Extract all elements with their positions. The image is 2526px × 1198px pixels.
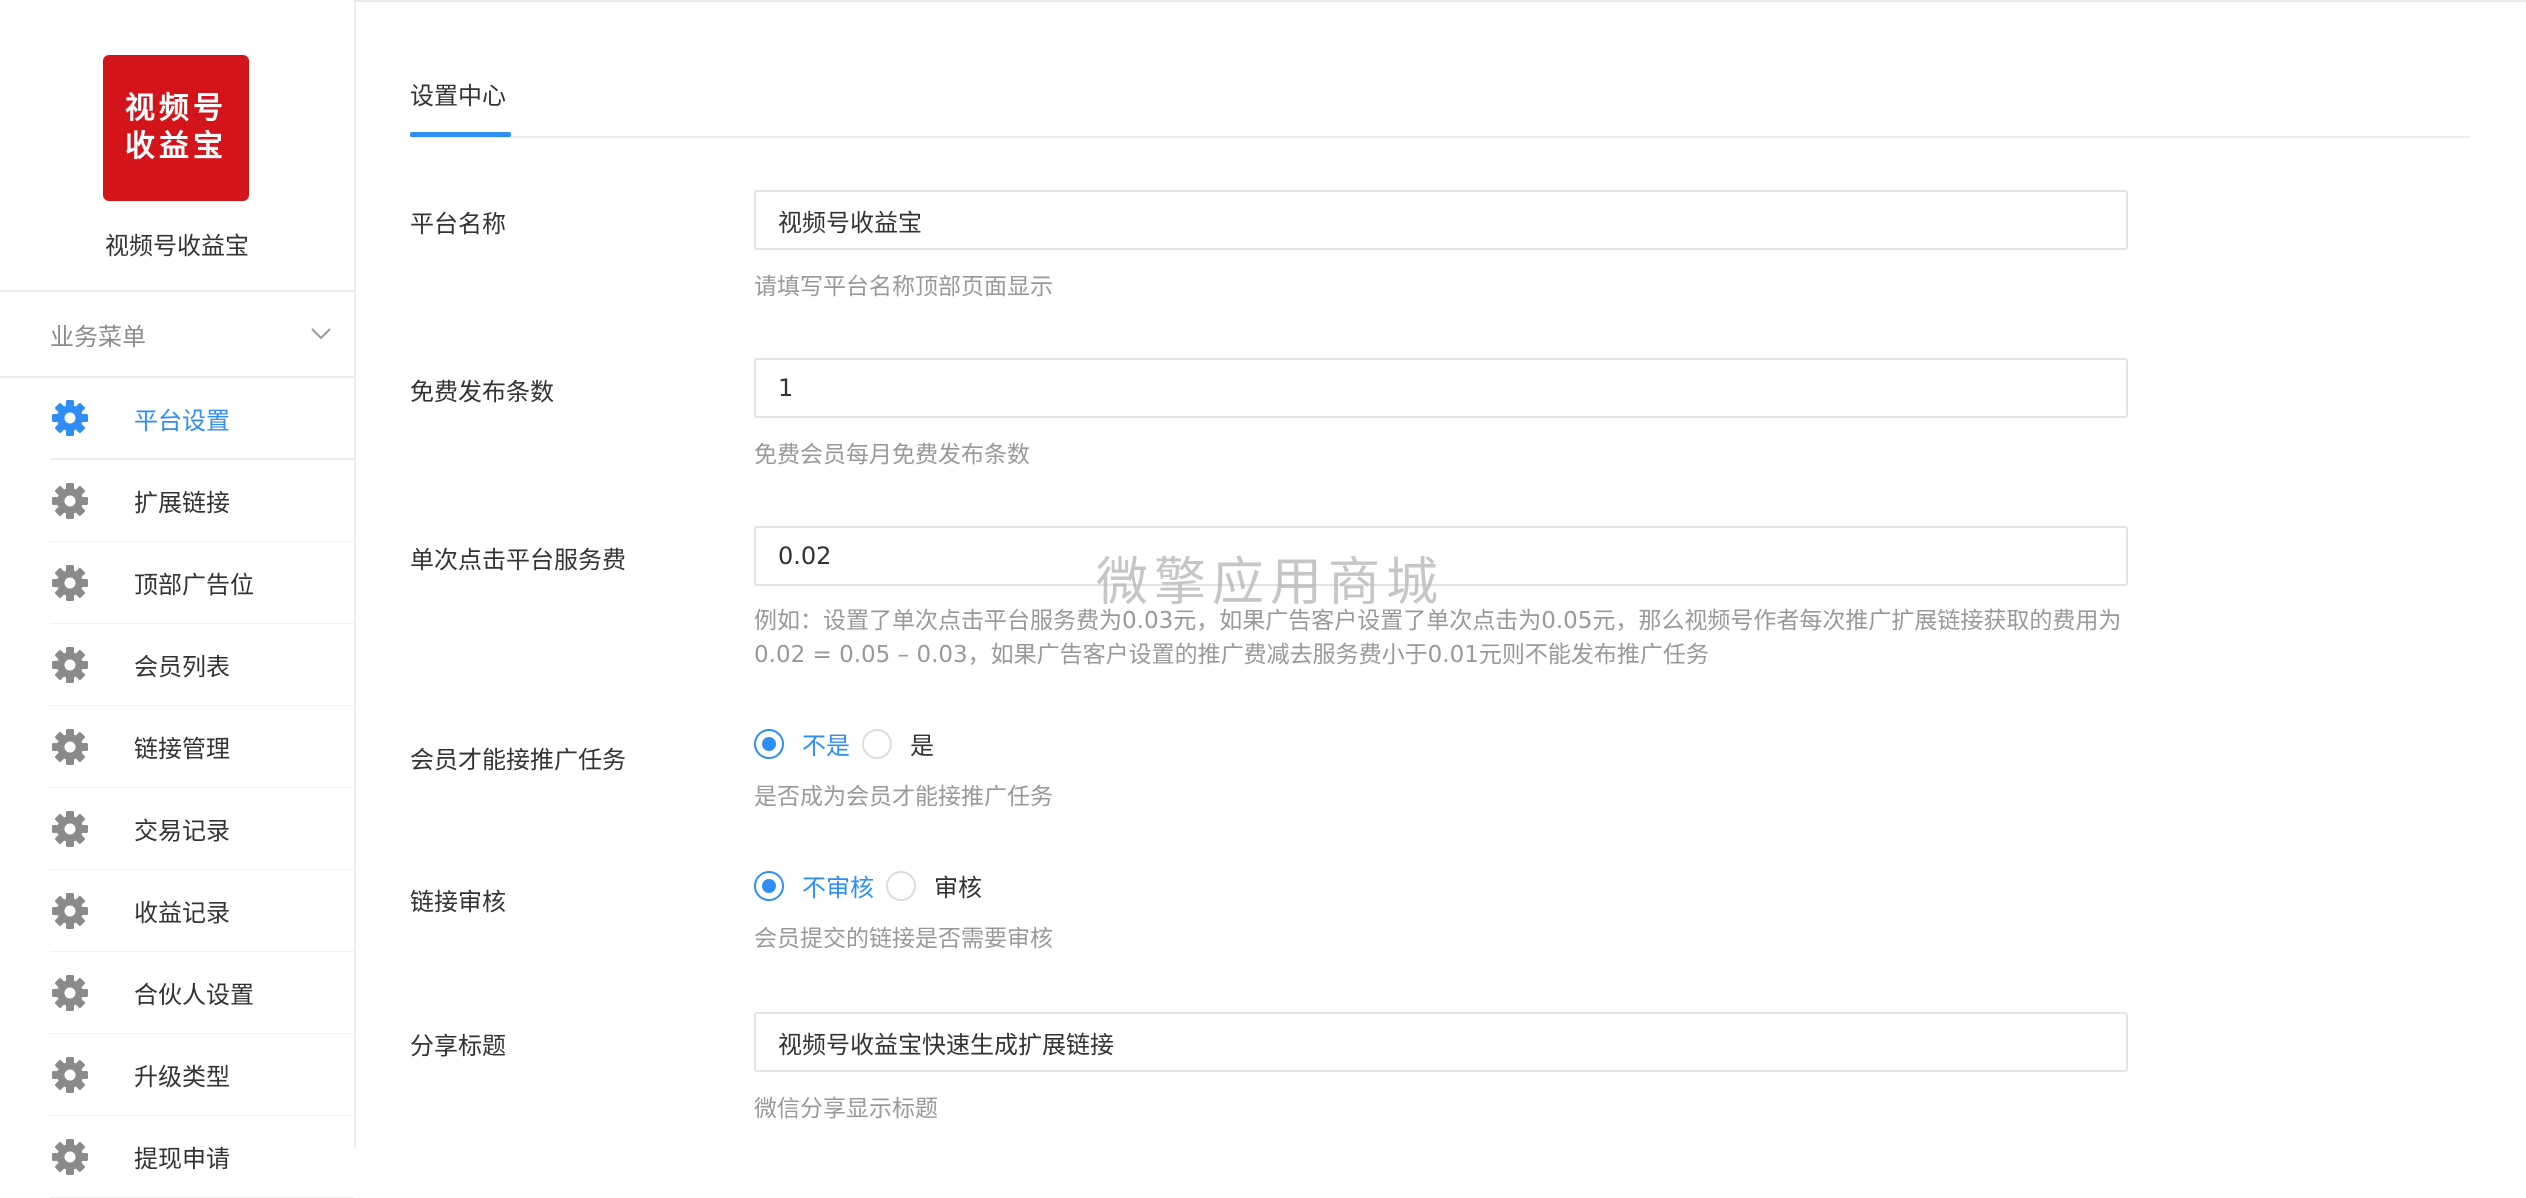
sidebar-item-label: 平台设置 [134, 406, 230, 435]
brand-name: 视频号收益宝 [105, 232, 249, 260]
sidebar-item-5[interactable]: 交易记录 [50, 788, 354, 870]
link-review-option-no-review[interactable]: 不审核 [754, 868, 874, 903]
radio-label: 是 [910, 732, 934, 760]
tab-active-indicator [410, 132, 511, 137]
brand-logo[interactable]: 视频号 收益宝 [103, 55, 249, 201]
tab-label: 设置中心 [410, 82, 506, 110]
platform-name-hint: 请填写平台名称顶部页面显示 [754, 274, 1053, 300]
radio-checked-icon [754, 870, 784, 901]
chevron-down-icon [311, 328, 331, 340]
radio-unchecked-icon [886, 870, 916, 901]
sidebar-item-1[interactable]: 扩展链接 [50, 460, 354, 542]
free-posts-input[interactable] [754, 358, 2128, 418]
radio-label: 不是 [802, 732, 850, 760]
link-review-label: 链接审核 [410, 888, 506, 916]
sidebar-item-7[interactable]: 合伙人设置 [50, 952, 354, 1034]
logo-line-2: 收益宝 [125, 129, 227, 164]
sidebar-item-label: 链接管理 [134, 735, 230, 763]
link-review-hint: 会员提交的链接是否需要审核 [754, 926, 1053, 952]
gear-icon [50, 891, 90, 931]
link-review-option-review[interactable]: 审核 [886, 868, 982, 903]
radio-checked-icon [754, 728, 784, 759]
sidebar: 视频号 收益宝 视频号收益宝 业务菜单 平台设置扩展链接顶部广告位会员列表链接管… [0, 0, 356, 1198]
radio-label: 不审核 [802, 874, 874, 902]
share-title-hint: 微信分享显示标题 [754, 1096, 938, 1122]
sidebar-item-6[interactable]: 收益记录 [50, 870, 354, 952]
gear-icon [50, 809, 90, 849]
tab-settings-center[interactable]: 设置中心 [410, 76, 508, 138]
member-only-option-no[interactable]: 不是 [754, 726, 850, 761]
sidebar-item-label: 会员列表 [134, 653, 230, 681]
member-only-label: 会员才能接推广任务 [410, 746, 626, 774]
gear-icon [50, 398, 90, 438]
sidebar-item-label: 提现申请 [134, 1145, 230, 1173]
menu-header-label: 业务菜单 [50, 322, 146, 351]
radio-label: 审核 [934, 874, 982, 902]
sidebar-item-label: 合伙人设置 [134, 981, 254, 1009]
gear-icon [50, 481, 90, 521]
menu-header[interactable]: 业务菜单 [0, 290, 354, 378]
tab-bar: 设置中心 [410, 62, 2470, 138]
free-posts-label: 免费发布条数 [410, 378, 554, 406]
sidebar-menu: 平台设置扩展链接顶部广告位会员列表链接管理交易记录收益记录合伙人设置升级类型提现… [50, 378, 354, 1198]
sidebar-item-label: 顶部广告位 [134, 571, 254, 599]
member-only-radio-group: 不是 是 [754, 726, 946, 761]
sidebar-item-8[interactable]: 升级类型 [50, 1034, 354, 1116]
link-review-radio-group: 不审核 审核 [754, 868, 994, 903]
member-only-option-yes[interactable]: 是 [862, 726, 934, 761]
brand: 视频号 收益宝 视频号收益宝 [0, 0, 354, 290]
main-content: 设置中心 平台名称 请填写平台名称顶部页面显示 免费发布条数 免费会员每月免费发… [410, 0, 2470, 1148]
sidebar-item-label: 收益记录 [134, 899, 230, 927]
sidebar-item-label: 扩展链接 [134, 489, 230, 517]
sidebar-item-label: 交易记录 [134, 817, 230, 845]
gear-icon [50, 973, 90, 1013]
gear-icon [50, 727, 90, 767]
free-posts-hint: 免费会员每月免费发布条数 [754, 442, 1030, 468]
radio-unchecked-icon [862, 728, 892, 759]
sidebar-item-4[interactable]: 链接管理 [50, 706, 354, 788]
gear-icon [50, 1055, 90, 1095]
click-fee-label: 单次点击平台服务费 [410, 546, 626, 574]
sidebar-item-label: 升级类型 [134, 1063, 230, 1091]
click-fee-input[interactable] [754, 526, 2128, 586]
click-fee-hint: 例如：设置了单次点击平台服务费为0.03元，如果广告客户设置了单次点击为0.05… [754, 608, 2122, 668]
gear-icon [50, 563, 90, 603]
sidebar-item-9[interactable]: 提现申请 [50, 1116, 354, 1198]
member-only-hint: 是否成为会员才能接推广任务 [754, 784, 1053, 810]
platform-name-input[interactable] [754, 190, 2128, 250]
share-title-input[interactable] [754, 1012, 2128, 1072]
sidebar-item-3[interactable]: 会员列表 [50, 624, 354, 706]
gear-icon [50, 645, 90, 685]
gear-icon [50, 1137, 90, 1177]
logo-line-1: 视频号 [125, 91, 227, 126]
share-title-label: 分享标题 [410, 1032, 506, 1060]
sidebar-item-0[interactable]: 平台设置 [50, 378, 354, 460]
platform-name-label: 平台名称 [410, 210, 506, 238]
sidebar-item-2[interactable]: 顶部广告位 [50, 542, 354, 624]
